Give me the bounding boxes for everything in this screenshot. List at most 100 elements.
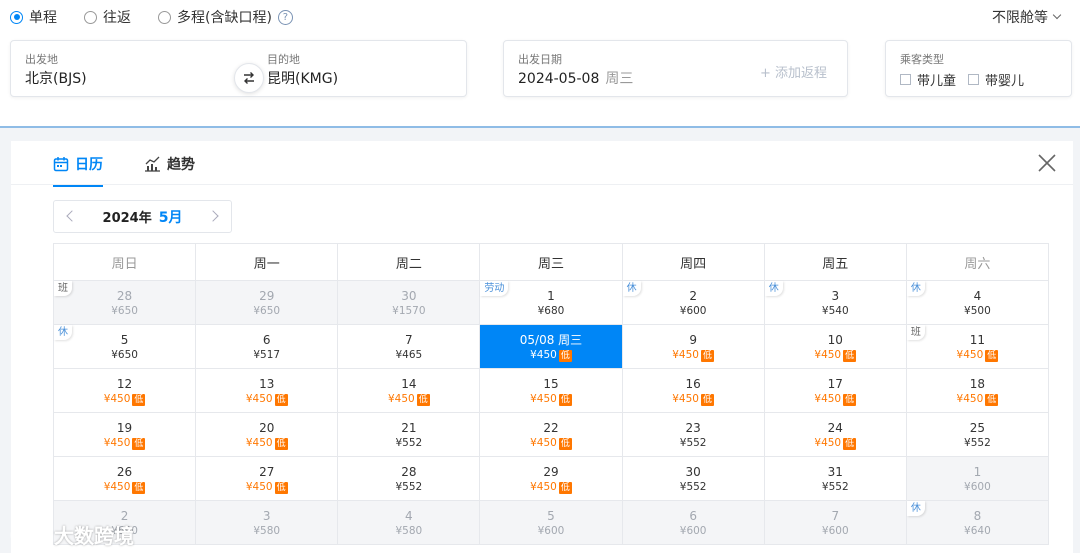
infant-checkbox[interactable]: 带婴儿 [968,70,1024,89]
day-number: 21 [401,421,417,435]
calendar-day[interactable]: 班 28 ¥650 [54,281,197,325]
day-price-value: ¥552 [964,437,991,449]
calendar-day[interactable]: 28 ¥552 [338,457,481,501]
calendar-day[interactable]: 17 ¥450 低 [764,369,907,413]
calendar-day[interactable]: 5 ¥600 [480,501,623,545]
calendar-day[interactable]: 班 11 ¥450 低 [906,325,1049,369]
calendar-day[interactable]: 休 5 ¥650 [54,325,197,369]
tab-calendar[interactable]: 日历 [53,154,103,187]
calendar-day[interactable]: 31 ¥552 [764,457,907,501]
calendar-day[interactable]: 29 ¥450 低 [480,457,623,501]
calendar-day[interactable]: 18 ¥450 低 [906,369,1049,413]
calendar-day[interactable]: 4 ¥580 [338,501,481,545]
swap-icon[interactable] [234,63,264,93]
calendar-day[interactable]: 16 ¥450 低 [622,369,765,413]
day-price: ¥450 低 [623,349,764,362]
calendar-day[interactable]: 20 ¥450 低 [196,413,339,457]
chevron-right-icon[interactable] [207,210,219,222]
calendar-day[interactable]: 22 ¥450 低 [480,413,623,457]
calendar-week-row: 26 ¥450 低 27 ¥450 低 28 ¥552 29 ¥450 低 30 ¥552 31 ¥552 1… [54,457,1049,501]
day-number: 30 [685,465,701,479]
day-price-value: ¥450 [672,349,699,361]
calendar-day[interactable]: 25 ¥552 [906,413,1049,457]
day-number: 19 [116,421,133,435]
radio-checked-icon[interactable] [10,10,23,24]
calendar-day[interactable]: 3 ¥580 [196,501,339,545]
calendar-day[interactable]: 休 3 ¥540 [764,281,907,325]
day-number: 13 [259,377,275,391]
chevron-left-icon[interactable] [66,210,78,222]
help-icon[interactable]: ? [277,9,293,25]
calendar-day[interactable]: 14 ¥450 低 [338,369,481,413]
low-price-tag: 低 [985,349,999,362]
calendar-day[interactable]: 7 ¥465 [338,325,481,369]
date-card[interactable]: 出发日期 2024-05-08 周三 + 添加返程 [503,40,848,97]
cabin-class-select[interactable]: 不限舱等 [992,7,1062,27]
calendar-day[interactable]: 10 ¥450 低 [764,325,907,369]
day-price-value: ¥450 [814,349,842,361]
trip-multi-option[interactable]: 多程(含缺口程) ? [158,7,293,27]
infant-label: 带婴儿 [985,74,1025,89]
calendar-day[interactable]: 15 ¥450 低 [480,369,623,413]
calendar-day[interactable]: 27 ¥450 低 [196,457,339,501]
calendar-day[interactable]: 29 ¥650 [196,281,339,325]
calendar-day[interactable]: 6 ¥517 [196,325,339,369]
day-price: ¥450 低 [765,349,906,362]
calendar-day[interactable]: 劳动 1 ¥680 [480,281,623,325]
day-price-value: ¥450 [956,393,984,405]
checkbox-icon[interactable] [900,74,911,85]
calendar-day[interactable]: 12 ¥450 低 [54,369,197,413]
calendar-day[interactable]: 30 ¥552 [622,457,765,501]
radio-icon[interactable] [158,10,171,24]
day-price: ¥552 [338,481,479,494]
day-price: ¥540 [765,305,906,318]
day-number: 27 [259,465,275,479]
child-checkbox[interactable]: 带儿童 [900,70,956,89]
calendar-day[interactable]: 休 8 ¥640 [906,501,1049,545]
calendar-day[interactable]: 26 ¥450 低 [54,457,197,501]
calendar-day[interactable]: 24 ¥450 低 [764,413,907,457]
day-price: ¥580 [196,525,337,538]
day-price: ¥640 [907,525,1048,538]
checkbox-icon[interactable] [968,74,979,85]
day-price-value: ¥450 [530,437,557,449]
calendar-day[interactable]: 9 ¥450 低 [622,325,765,369]
calendar-day[interactable]: 1 ¥600 [906,457,1049,501]
day-price-value: ¥580 [395,525,423,537]
calendar-day[interactable]: 7 ¥600 [764,501,907,545]
day-price: ¥552 [623,437,764,450]
date-weekday: 周三 [605,71,634,87]
day-price-value: ¥680 [537,305,565,317]
calendar-day[interactable]: 21 ¥552 [338,413,481,457]
calendar-day[interactable]: 19 ¥450 低 [54,413,197,457]
day-price: ¥450 低 [907,393,1048,406]
trip-oneway-option[interactable]: 单程 [10,7,57,27]
tab-trend[interactable]: 趋势 [144,154,195,174]
radio-icon[interactable] [84,10,97,24]
calendar-day[interactable]: 13 ¥450 低 [196,369,339,413]
calendar-day[interactable]: 6 ¥600 [622,501,765,545]
low-price-tag: 低 [274,393,288,406]
route-card: 出发地 北京(BJS) 目的地 昆明(KMG) [10,40,467,97]
calendar-day[interactable]: 休 4 ¥500 [906,281,1049,325]
day-price-value: ¥552 [395,481,423,493]
trip-oneway-label: 单程 [29,10,57,26]
to-input[interactable]: 昆明(KMG) [267,68,338,88]
calendar-panel: 日历 趋势 2024年 5月 周日 周一 周二 周三 周四 周五 周六 班 28 ¥650 29 ¥… [11,141,1073,553]
month-navigator: 2024年 5月 [53,200,232,233]
weekday-header: 周一 [196,244,339,281]
add-return-button[interactable]: + 添加返程 [760,62,827,81]
day-price-value: ¥450 [814,393,842,405]
calendar-day[interactable]: 30 ¥1570 [338,281,481,325]
low-price-tag: 低 [132,481,146,494]
from-input[interactable]: 北京(BJS) [25,68,87,88]
day-price: ¥1570 [338,305,479,318]
calendar-day[interactable]: 23 ¥552 [622,413,765,457]
day-price-value: ¥450 [814,437,842,449]
calendar-day[interactable]: 休 2 ¥600 [622,281,765,325]
date-input[interactable]: 2024-05-08 周三 [518,68,633,88]
calendar-day-selected[interactable]: 05/08 周三 ¥450 低 [480,325,623,369]
close-icon[interactable] [1037,153,1057,173]
trip-roundtrip-option[interactable]: 往返 [84,7,131,27]
day-number: 26 [116,465,133,479]
